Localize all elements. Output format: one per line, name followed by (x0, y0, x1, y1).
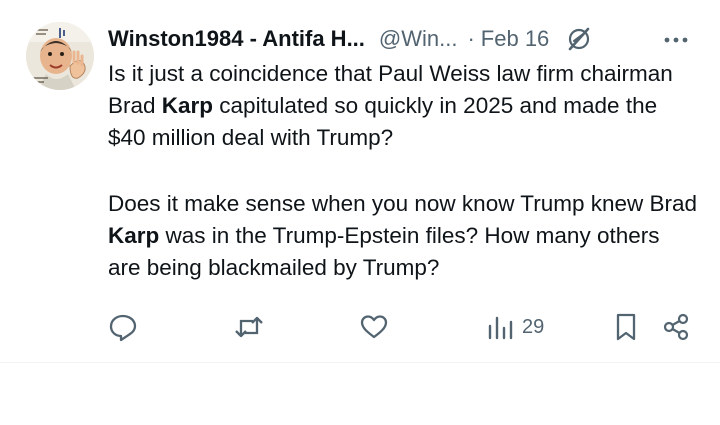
repost-icon (235, 316, 263, 338)
separator-dot: · (467, 26, 475, 51)
action-bar: 29 (0, 308, 720, 346)
highlighted-term: Karp (161, 93, 214, 118)
bookmark-button[interactable] (611, 308, 641, 346)
display-name[interactable]: Winston1984 - Antifa H... (108, 26, 365, 52)
like-icon (360, 315, 388, 339)
tweet-header: Winston1984 - Antifa H... @Win... · Feb … (108, 22, 696, 56)
bookmark-icon (616, 313, 636, 341)
views-icon (488, 316, 513, 340)
views-button[interactable]: 29 (486, 308, 544, 346)
reply-icon (109, 314, 137, 342)
highlighted-term: Karp (108, 223, 160, 248)
avatar-image (26, 22, 94, 90)
tweet-text: Is it just a coincidence that Paul Weiss… (108, 58, 698, 284)
tweet-paragraph: Does it make sense when you now know Tru… (108, 188, 698, 284)
share-icon (663, 313, 689, 341)
share-button[interactable] (661, 308, 691, 346)
grok-icon[interactable] (565, 25, 593, 53)
like-button[interactable] (359, 308, 389, 346)
user-handle[interactable]: @Win... (379, 26, 458, 52)
tweet-paragraph: Is it just a coincidence that Paul Weiss… (108, 58, 698, 154)
post-date[interactable]: Feb 16 (481, 26, 550, 52)
text-segment: Does it make sense when you now know Tru… (108, 191, 698, 216)
more-options-icon[interactable] (662, 26, 690, 54)
repost-button[interactable] (233, 308, 265, 346)
reply-button[interactable] (108, 308, 138, 346)
tweet-card[interactable]: Winston1984 - Antifa H... @Win... · Feb … (0, 0, 720, 363)
views-count: 29 (522, 315, 545, 338)
text-segment: was in the Trump-Epstein files? How many… (108, 223, 660, 280)
avatar[interactable] (26, 22, 94, 90)
